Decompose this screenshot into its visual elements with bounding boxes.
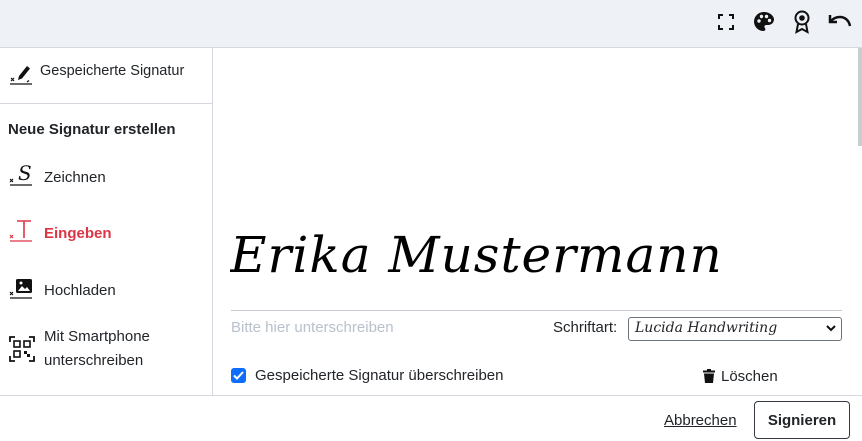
sidebar-item-label: Zeichnen	[44, 169, 106, 186]
fullscreen-icon	[718, 14, 734, 30]
sidebar-item-label: Gespeicherte Signatur	[40, 63, 185, 79]
signature-placeholder: Bitte hier unterschreiben	[231, 319, 394, 336]
overwrite-label[interactable]: Gespeicherte Signatur überschreiben	[255, 367, 503, 384]
overwrite-checkbox[interactable]	[231, 368, 246, 383]
sidebar-item-smartphone[interactable]: Mit Smartphone unterschreiben	[0, 326, 212, 374]
sidebar-item-label: Hochladen	[44, 282, 116, 299]
chevron-down-icon	[826, 325, 836, 332]
sidebar-divider	[0, 103, 212, 104]
font-label: Schriftart:	[553, 319, 618, 336]
sidebar-item-hochladen[interactable]: Hochladen	[0, 275, 212, 305]
undo-button[interactable]	[826, 8, 854, 36]
pen-signature-icon	[9, 62, 33, 91]
award-button[interactable]	[788, 8, 816, 36]
section-title: Neue Signatur erstellen	[8, 121, 176, 138]
check-icon	[233, 371, 244, 380]
image-upload-icon	[9, 275, 33, 306]
font-select-value: Lucida Handwriting	[635, 320, 778, 336]
award-icon	[794, 10, 810, 34]
sidebar: Gespeicherte Signatur Neue Signatur erst…	[0, 48, 213, 395]
signature-line	[231, 310, 842, 311]
dialog-footer: Abbrechen Signieren	[0, 395, 862, 441]
delete-button[interactable]: Löschen	[703, 366, 778, 386]
sidebar-item-eingeben[interactable]: Eingeben	[0, 218, 212, 248]
svg-text:S: S	[18, 162, 32, 185]
undo-icon	[828, 15, 852, 27]
draw-signature-icon: S	[9, 161, 33, 193]
scrollbar[interactable]	[858, 48, 862, 146]
font-select[interactable]: Lucida Handwriting	[628, 317, 842, 341]
signature-preview: Erika Mustermann	[230, 226, 723, 284]
sidebar-item-label-line1: Mit Smartphone	[44, 328, 150, 345]
sidebar-item-label-line2: unterschreiben	[44, 352, 144, 369]
delete-label: Löschen	[721, 367, 778, 385]
sidebar-item-saved-signature[interactable]: Gespeicherte Signatur	[0, 60, 212, 90]
sidebar-item-label: Eingeben	[44, 225, 112, 242]
trash-icon	[703, 369, 715, 383]
qr-code-icon	[9, 336, 35, 367]
sign-button[interactable]: Signieren	[754, 401, 850, 439]
cancel-button[interactable]: Abbrechen	[664, 412, 737, 429]
palette-button[interactable]	[750, 8, 778, 36]
type-text-icon	[9, 218, 33, 249]
top-toolbar	[0, 0, 862, 48]
palette-icon	[754, 12, 774, 31]
fullscreen-button[interactable]	[712, 8, 740, 36]
sidebar-item-zeichnen[interactable]: S Zeichnen	[0, 161, 212, 193]
